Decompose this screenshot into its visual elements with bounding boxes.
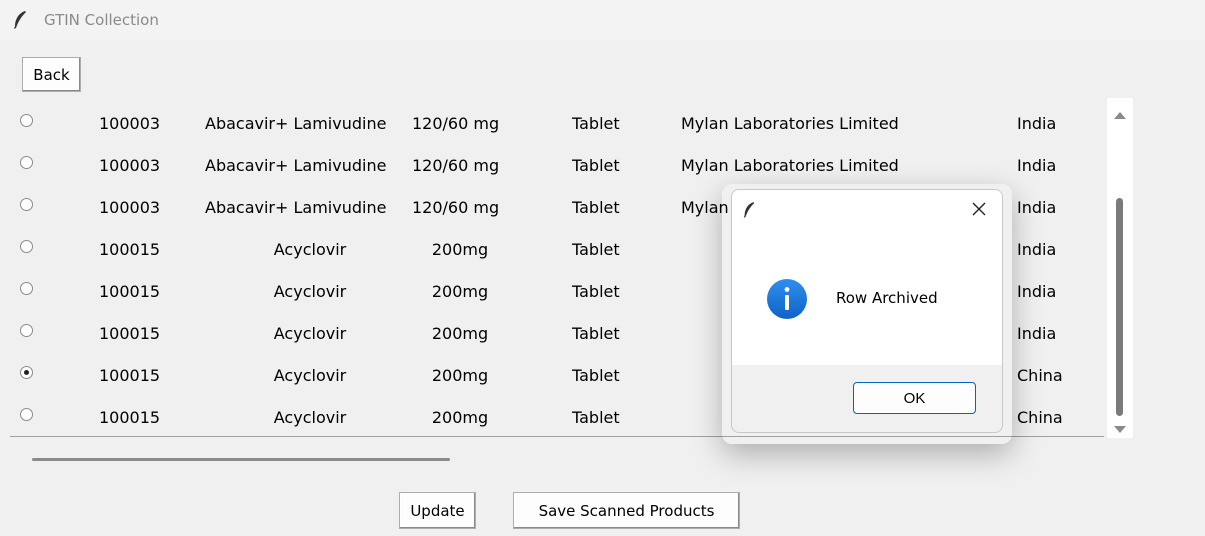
country-cell: India xyxy=(1017,114,1057,133)
product-name-cell: Acyclovir xyxy=(273,324,347,343)
strength-cell: 200mg xyxy=(431,324,489,343)
manufacturer-cell: Mylan Laboratories Limited xyxy=(681,156,899,175)
product-id-cell: 100015 xyxy=(99,240,161,259)
row-select-radio[interactable] xyxy=(20,324,33,337)
dosage-form-cell: Tablet xyxy=(572,408,620,427)
country-cell: India xyxy=(1017,282,1057,301)
dosage-form-cell: Tablet xyxy=(572,366,620,385)
strength-cell: 200mg xyxy=(431,282,489,301)
product-id-cell: 100015 xyxy=(99,282,161,301)
product-name-cell: Acyclovir xyxy=(273,282,347,301)
feather-icon xyxy=(14,11,26,29)
country-cell: India xyxy=(1017,324,1057,343)
info-icon xyxy=(767,279,807,319)
dosage-form-cell: Tablet xyxy=(572,198,620,217)
product-id-cell: 100003 xyxy=(99,156,161,175)
strength-cell: 120/60 mg xyxy=(412,114,500,133)
row-select-radio[interactable] xyxy=(20,240,33,253)
strength-cell: 120/60 mg xyxy=(412,198,500,217)
product-name-cell: Acyclovir xyxy=(273,366,347,385)
dosage-form-cell: Tablet xyxy=(572,114,620,133)
product-name-cell: Abacavir+ Lamivudine xyxy=(205,114,387,133)
save-scanned-products-button[interactable]: Save Scanned Products xyxy=(513,492,740,529)
window-titlebar: GTIN Collection xyxy=(0,0,1205,40)
vertical-scrollbar[interactable] xyxy=(1107,98,1133,438)
close-icon[interactable] xyxy=(968,198,990,220)
product-name-cell: Acyclovir xyxy=(273,240,347,259)
window-title: GTIN Collection xyxy=(44,11,159,29)
dosage-form-cell: Tablet xyxy=(572,324,620,343)
country-cell: China xyxy=(1017,366,1063,385)
strength-cell: 120/60 mg xyxy=(412,156,500,175)
product-id-cell: 100015 xyxy=(99,408,161,427)
scrollbar-thumb[interactable] xyxy=(1116,198,1123,416)
horizontal-scrollbar[interactable] xyxy=(32,458,450,461)
country-cell: India xyxy=(1017,156,1057,175)
row-select-radio[interactable] xyxy=(20,408,33,421)
strength-cell: 200mg xyxy=(431,240,489,259)
ok-button[interactable]: OK xyxy=(853,382,976,414)
feather-icon xyxy=(743,202,755,218)
update-button[interactable]: Update xyxy=(399,492,476,529)
strength-cell: 200mg xyxy=(431,366,489,385)
scroll-down-arrow-icon[interactable] xyxy=(1114,426,1126,433)
product-id-cell: 100015 xyxy=(99,324,161,343)
country-cell: China xyxy=(1017,408,1063,427)
product-name-cell: Acyclovir xyxy=(273,408,347,427)
dialog-titlebar xyxy=(732,190,1002,233)
message-dialog: Row Archived OK xyxy=(731,189,1003,433)
product-id-cell: 100003 xyxy=(99,114,161,133)
dosage-form-cell: Tablet xyxy=(572,282,620,301)
product-id-cell: 100003 xyxy=(99,198,161,217)
row-select-radio[interactable] xyxy=(20,282,33,295)
row-select-radio[interactable] xyxy=(20,114,33,127)
dosage-form-cell: Tablet xyxy=(572,240,620,259)
product-id-cell: 100015 xyxy=(99,366,161,385)
scroll-up-arrow-icon[interactable] xyxy=(1114,112,1126,119)
row-select-radio[interactable] xyxy=(20,366,33,379)
country-cell: India xyxy=(1017,198,1057,217)
strength-cell: 200mg xyxy=(431,408,489,427)
dialog-content: Row Archived xyxy=(732,233,1002,365)
product-name-cell: Abacavir+ Lamivudine xyxy=(205,198,387,217)
row-select-radio[interactable] xyxy=(20,198,33,211)
country-cell: India xyxy=(1017,240,1057,259)
product-name-cell: Abacavir+ Lamivudine xyxy=(205,156,387,175)
row-select-radio[interactable] xyxy=(20,156,33,169)
back-button[interactable]: Back xyxy=(22,57,81,92)
table-row: 100003 Abacavir+ Lamivudine 120/60 mg Table… xyxy=(10,144,1104,186)
manufacturer-cell: Mylan Laboratories Limited xyxy=(681,114,899,133)
table-row: 100003 Abacavir+ Lamivudine 120/60 mg Table… xyxy=(10,102,1104,144)
dialog-message: Row Archived xyxy=(836,289,938,307)
dosage-form-cell: Tablet xyxy=(572,156,620,175)
